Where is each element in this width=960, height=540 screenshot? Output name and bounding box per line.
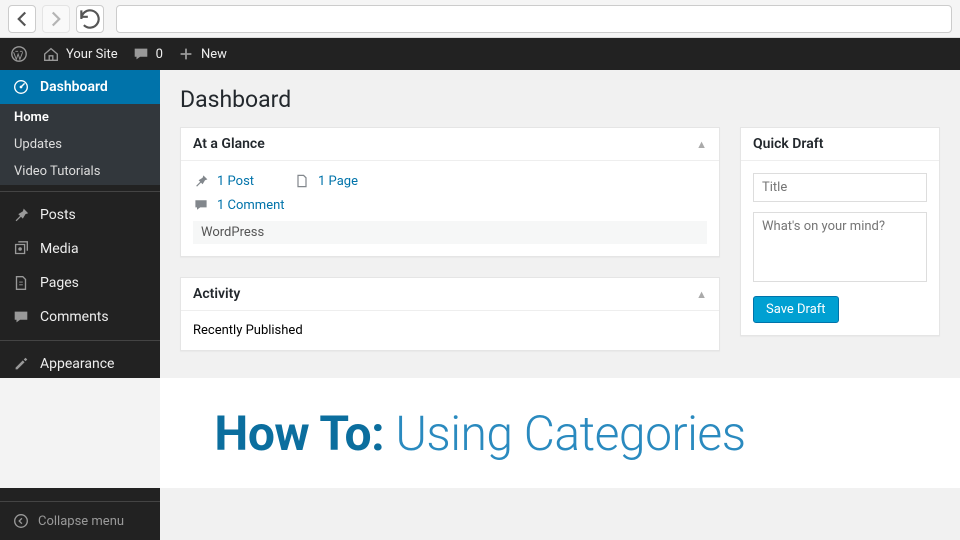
site-link[interactable]: Your Site — [42, 45, 118, 63]
overlay-rest: Using Categories — [384, 405, 745, 462]
sidebar-item-label: Media — [40, 241, 79, 257]
collapse-menu-button[interactable]: Collapse menu — [0, 501, 160, 540]
quick-draft-title-input[interactable] — [753, 173, 927, 202]
back-button[interactable] — [8, 5, 36, 33]
admin-bar: Your Site 0 New — [0, 38, 960, 70]
overlay-banner: How To: Using Categories — [0, 378, 960, 488]
pin-icon — [12, 206, 30, 224]
page-title: Dashboard — [180, 86, 940, 113]
sidebar-item-appearance[interactable]: Appearance — [0, 347, 160, 381]
widget-title: At a Glance — [193, 136, 265, 152]
sidebar-item-label: Posts — [40, 207, 76, 223]
reload-icon — [77, 6, 103, 32]
wp-version-label: WordPress — [193, 221, 707, 244]
sidebar-subitem-updates[interactable]: Updates — [0, 131, 160, 158]
comments-count: 0 — [156, 47, 163, 62]
glance-posts-link[interactable]: 1 Post — [193, 173, 254, 189]
activity-recent-label: Recently Published — [193, 323, 707, 338]
glance-pages-link[interactable]: 1 Page — [294, 173, 358, 189]
collapse-icon — [12, 512, 30, 530]
widget-title: Activity — [193, 286, 240, 302]
glance-posts-label: 1 Post — [217, 174, 254, 189]
forward-button[interactable] — [42, 5, 70, 33]
activity-widget: Activity ▲ Recently Published — [180, 277, 720, 351]
save-draft-button[interactable]: Save Draft — [753, 296, 839, 323]
collapse-label: Collapse menu — [38, 514, 124, 529]
sidebar-item-label: Appearance — [40, 356, 114, 372]
sidebar-separator — [0, 191, 160, 192]
widget-toggle[interactable]: ▲ — [696, 138, 707, 151]
sidebar-item-label: Dashboard — [40, 79, 108, 95]
sidebar-subitem-home[interactable]: Home — [0, 104, 160, 131]
comments-link[interactable]: 0 — [132, 45, 163, 63]
comment-icon — [132, 45, 150, 63]
glance-comments-link[interactable]: 1 Comment — [193, 197, 285, 213]
page-icon — [12, 274, 30, 292]
quick-draft-content-input[interactable] — [753, 212, 927, 282]
reload-button[interactable] — [76, 5, 104, 33]
arrow-right-icon — [43, 6, 69, 32]
dashboard-icon — [12, 78, 30, 96]
wordpress-icon — [10, 45, 28, 63]
comment-icon — [12, 308, 30, 326]
new-label: New — [201, 47, 227, 62]
page-icon — [294, 173, 310, 189]
arrow-left-icon — [9, 6, 35, 32]
wp-logo[interactable] — [10, 45, 28, 63]
at-a-glance-widget: At a Glance ▲ 1 Post — [180, 127, 720, 257]
comment-icon — [193, 197, 209, 213]
sidebar-item-posts[interactable]: Posts — [0, 198, 160, 232]
sidebar-item-comments[interactable]: Comments — [0, 300, 160, 334]
site-name-label: Your Site — [66, 47, 118, 62]
browser-toolbar — [0, 0, 960, 38]
plus-icon — [177, 45, 195, 63]
widget-toggle[interactable]: ▲ — [696, 288, 707, 301]
appearance-icon — [12, 355, 30, 373]
glance-comments-label: 1 Comment — [217, 198, 285, 213]
sidebar-item-pages[interactable]: Pages — [0, 266, 160, 300]
new-content-link[interactable]: New — [177, 45, 227, 63]
overlay-bold: How To: — [214, 405, 384, 462]
glance-pages-label: 1 Page — [318, 174, 358, 189]
pin-icon — [193, 173, 209, 189]
sidebar-item-media[interactable]: Media — [0, 232, 160, 266]
home-icon — [42, 45, 60, 63]
sidebar-item-dashboard[interactable]: Dashboard — [0, 70, 160, 104]
sidebar-separator — [0, 340, 160, 341]
sidebar-item-label: Comments — [40, 309, 109, 325]
url-input[interactable] — [116, 5, 952, 33]
sidebar-item-label: Pages — [40, 275, 79, 291]
media-icon — [12, 240, 30, 258]
quick-draft-widget: Quick Draft Save Draft — [740, 127, 940, 336]
widget-title: Quick Draft — [753, 136, 823, 152]
sidebar-subitem-video-tutorials[interactable]: Video Tutorials — [0, 158, 160, 185]
